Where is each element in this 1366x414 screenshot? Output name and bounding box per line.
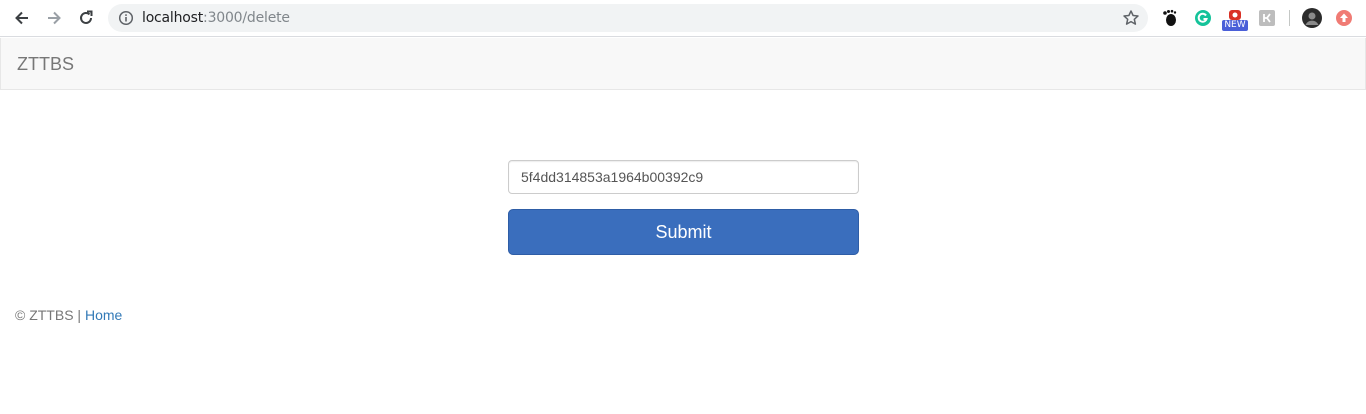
footer-copyright: © ZTTBS | (15, 307, 82, 323)
url-host: localhost (142, 10, 204, 26)
browser-toolbar: localhost:3000/delete NEW (0, 0, 1366, 37)
profile-avatar-icon[interactable] (1302, 8, 1322, 28)
submit-button[interactable]: Submit (508, 209, 859, 255)
footer: © ZTTBS | Home (15, 307, 122, 323)
toolbar-separator (1289, 10, 1290, 26)
url-text: localhost:3000/delete (142, 10, 290, 26)
reload-icon[interactable] (74, 6, 98, 30)
star-icon[interactable] (1122, 9, 1140, 27)
extension-icon[interactable] (1258, 9, 1276, 27)
new-badge: NEW (1222, 20, 1248, 31)
back-icon[interactable] (10, 6, 34, 30)
new-extension-icon[interactable]: NEW (1222, 9, 1248, 33)
info-icon[interactable] (118, 10, 134, 26)
gnome-foot-icon[interactable] (1161, 9, 1179, 27)
url-path: :3000/delete (203, 10, 290, 26)
forward-icon[interactable] (42, 6, 66, 30)
id-input[interactable] (508, 160, 859, 194)
footer-home-link[interactable]: Home (85, 307, 122, 323)
grammarly-icon[interactable] (1194, 9, 1212, 27)
brand-link[interactable]: ZTTBS (17, 54, 74, 74)
extension-red-icon[interactable] (1335, 9, 1353, 27)
address-bar[interactable]: localhost:3000/delete (108, 4, 1148, 32)
navbar: ZTTBS (0, 38, 1366, 90)
